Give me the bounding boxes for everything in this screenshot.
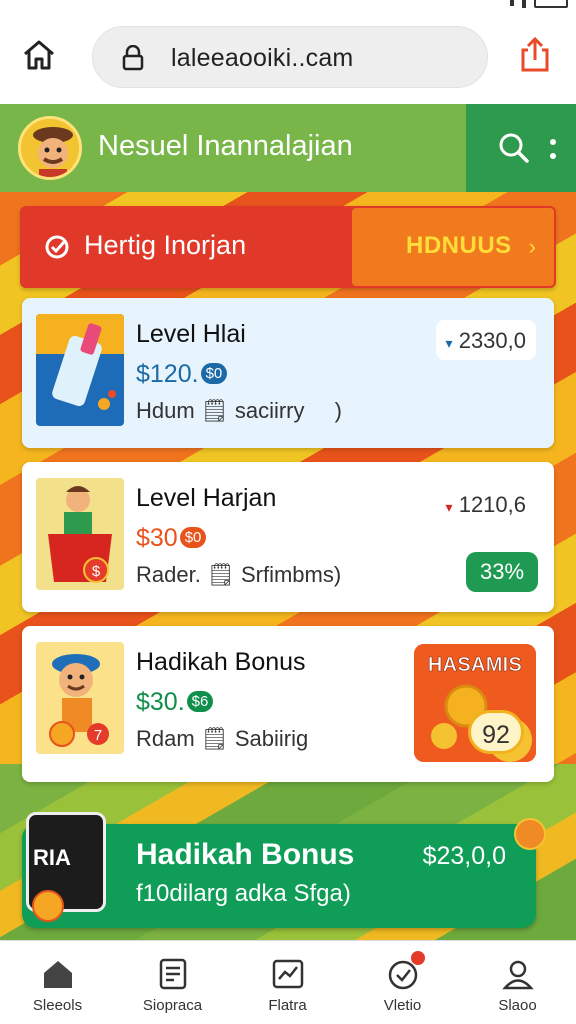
- bonus-art-label: HASAMIS: [427, 654, 523, 677]
- url-text: laleeaooiki..cam: [171, 44, 354, 72]
- check-circle-icon: [45, 235, 69, 259]
- card-title: Level Hlai: [136, 320, 246, 348]
- bonus-banner-subtitle: f10dilarg adka Sfga): [136, 880, 351, 907]
- coin-icon: [32, 890, 64, 922]
- more-options-button[interactable]: [546, 134, 560, 164]
- card-subtitle: Rdam 🗒 Sabiirig: [136, 726, 309, 751]
- offer-card[interactable]: $ Level Harjan $30 $0 Rader. 🗒 Srfimbms) …: [22, 462, 554, 612]
- chevron-right-icon: ›: [528, 234, 536, 259]
- coin-icon: [514, 818, 546, 850]
- price-value: $30.: [136, 688, 185, 716]
- app-title: Nesuel Inannalajian: [98, 130, 353, 162]
- card-price: $30. $6: [136, 688, 214, 717]
- share-icon: [521, 36, 549, 72]
- nav-label: Sleeols: [32, 997, 83, 1014]
- nav-item-documents[interactable]: Siopraca: [115, 941, 230, 1024]
- bonus-button[interactable]: HDNUUS ›: [352, 208, 554, 286]
- nav-item-home[interactable]: Sleeols: [0, 941, 115, 1024]
- signal-icon: [510, 0, 514, 6]
- card-stat: ▾ 2330,0: [435, 320, 536, 360]
- nav-label: Vletio: [383, 997, 422, 1014]
- browser-home-button[interactable]: [20, 36, 58, 74]
- search-icon: [499, 133, 529, 163]
- card-thumbnail: 7: [36, 642, 124, 754]
- arrow-down-icon: ▾: [445, 499, 453, 515]
- document-icon: [159, 958, 187, 990]
- lock-icon: [122, 45, 144, 71]
- svg-text:$: $: [92, 563, 101, 580]
- price-value: $120.: [136, 360, 199, 388]
- nav-item-stats[interactable]: Flatra: [230, 941, 345, 1024]
- character-gift-icon: $: [36, 478, 124, 590]
- price-chip: $0: [200, 363, 228, 384]
- bonus-art-tile[interactable]: HASAMIS 92: [414, 644, 536, 762]
- share-button[interactable]: [518, 36, 552, 74]
- card-title: Level Harjan: [136, 484, 277, 512]
- character-coins-icon: 7: [36, 642, 124, 754]
- bonus-banner-title: Hadikah Bonus: [136, 838, 355, 871]
- nav-label: Siopraca: [142, 997, 203, 1014]
- home-icon: [24, 40, 54, 70]
- nav-label: Slaoo: [498, 997, 537, 1014]
- arrow-down-icon: ▾: [445, 335, 453, 351]
- card-price: $30 $0: [136, 524, 207, 553]
- card-subtitle: Rader. 🗒 Srfimbms): [136, 562, 342, 587]
- app-content: Nesuel Inannalajian Hertig Inorjan HDNUU…: [0, 104, 576, 940]
- more-vertical-icon: [550, 139, 556, 159]
- avatar[interactable]: [18, 116, 82, 180]
- percent-badge: 33%: [466, 552, 538, 592]
- price-chip: $0: [179, 527, 207, 548]
- card-thumbnail: $: [36, 478, 124, 590]
- price-value: $30: [136, 524, 178, 552]
- app-header: Nesuel Inannalajian: [0, 104, 576, 192]
- card-price: $120. $0: [136, 360, 228, 389]
- phone-screen-text: RIA: [33, 845, 71, 870]
- bonus-banner-amount: $23,0,0: [422, 842, 506, 870]
- svg-text:7: 7: [94, 727, 102, 744]
- chart-icon: [272, 959, 304, 989]
- profile-icon: [502, 960, 534, 990]
- nav-item-tasks[interactable]: Vletio: [345, 941, 460, 1024]
- battery-icon: [534, 0, 568, 8]
- nav-item-profile[interactable]: Slaoo: [460, 941, 575, 1024]
- avatar-image: [21, 119, 79, 177]
- wallet-image-icon: [36, 314, 124, 426]
- address-bar[interactable]: laleeaooiki..cam: [92, 26, 488, 88]
- offer-card[interactable]: 7 Hadikah Bonus $30. $6 Rdam 🗒 Sabiirig H…: [22, 626, 554, 782]
- browser-toolbar: laleeaooiki..cam: [0, 14, 576, 104]
- bottom-navigation: Sleeols Siopraca Flatra Vletio Slaoo: [0, 940, 576, 1024]
- status-bar: [0, 0, 576, 14]
- price-chip: $6: [186, 691, 214, 712]
- card-subtitle: Hdum 🗒 saciirry ): [136, 398, 342, 424]
- chevron-icon: ): [334, 398, 342, 423]
- notification-dot: [411, 951, 425, 965]
- bonus-label: HDNUUS: [406, 232, 512, 259]
- home-icon: [44, 961, 72, 988]
- stat-value: 1210,6: [458, 492, 526, 517]
- search-button[interactable]: [498, 132, 530, 164]
- promo-banner[interactable]: Hertig Inorjan HDNUUS ›: [20, 206, 556, 288]
- promo-text: Hertig Inorjan: [84, 230, 247, 260]
- card-thumbnail: [36, 314, 124, 426]
- card-subtitle-text: Hdum 🗒 saciirry: [136, 398, 305, 423]
- nav-label: Flatra: [268, 997, 307, 1014]
- offer-card[interactable]: Level Hlai $120. $0 Hdum 🗒 saciirry ) ▾ 2…: [22, 298, 554, 448]
- signal-icon: [522, 0, 526, 8]
- stat-value: 2330,0: [458, 328, 526, 353]
- card-title: Hadikah Bonus: [136, 648, 306, 676]
- status-icons: [510, 0, 568, 8]
- bonus-art-number: 92: [468, 710, 524, 754]
- card-stat: ▾ 1210,6: [436, 484, 536, 524]
